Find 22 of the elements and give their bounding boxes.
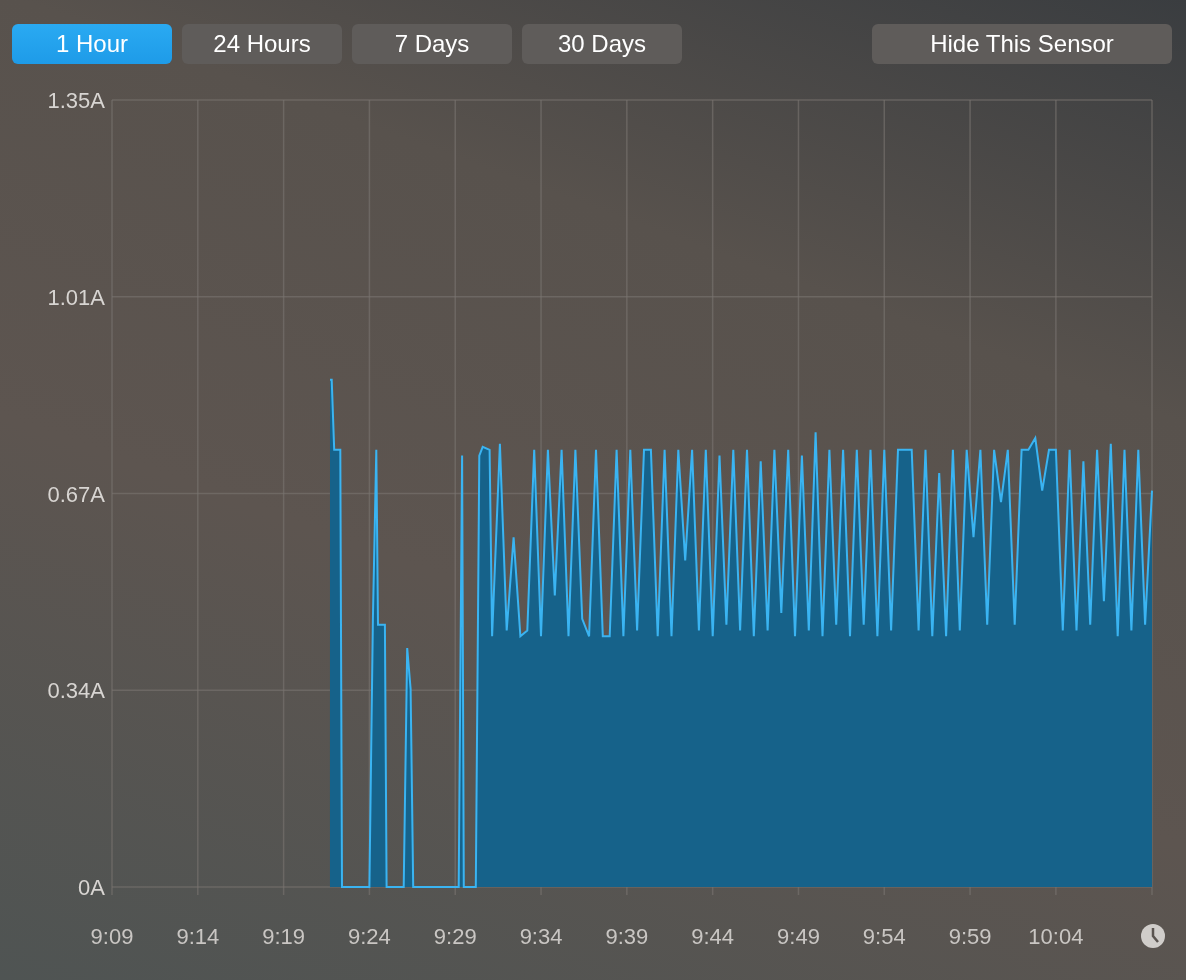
x-axis-label: 9:19 bbox=[262, 924, 306, 949]
x-axis-label: 10:04 bbox=[1028, 924, 1084, 949]
y-axis-label: 0.34A bbox=[47, 678, 105, 704]
time-range-tab[interactable]: 30 Days bbox=[522, 24, 682, 64]
y-axis-label: 0.67A bbox=[47, 481, 105, 507]
x-axis-label: 9:14 bbox=[176, 924, 220, 949]
y-axis-label: 0A bbox=[78, 875, 105, 900]
time-range-tab[interactable]: 7 Days bbox=[352, 24, 512, 64]
x-axis-label: 9:24 bbox=[348, 924, 391, 949]
y-axis-label: 1.35A bbox=[47, 88, 105, 113]
x-axis-label: 9:59 bbox=[948, 924, 992, 949]
x-axis-label: 9:09 bbox=[90, 924, 134, 949]
time-range-tab[interactable]: 24 Hours bbox=[182, 24, 342, 64]
x-axis-label: 9:44 bbox=[691, 924, 735, 949]
x-axis-label: 9:39 bbox=[605, 924, 649, 949]
hide-sensor-button[interactable]: Hide This Sensor bbox=[872, 24, 1172, 64]
x-axis-label: 9:54 bbox=[862, 924, 906, 949]
clock-icon[interactable] bbox=[1141, 924, 1165, 948]
x-axis-label: 9:34 bbox=[519, 924, 563, 949]
x-axis-label: 9:29 bbox=[433, 924, 477, 949]
y-axis-label: 1.01A bbox=[47, 284, 105, 310]
x-axis-label: 9:49 bbox=[777, 924, 820, 949]
